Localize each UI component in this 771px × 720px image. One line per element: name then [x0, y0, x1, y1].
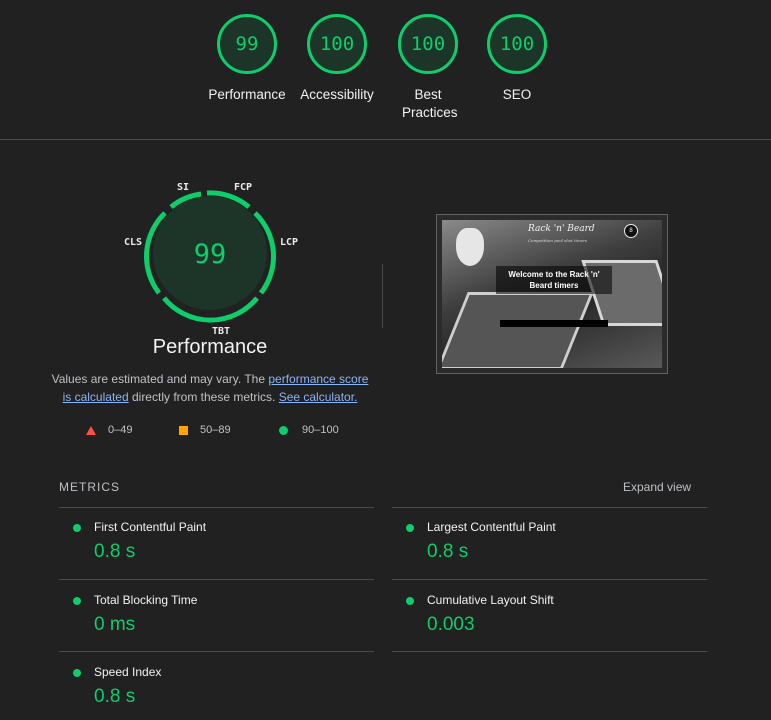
- eight-ball-icon: 8: [624, 224, 638, 238]
- metric-value: 0.003: [427, 614, 475, 635]
- final-screenshot[interactable]: Rack 'n' Beard Competition pool shot tim…: [436, 214, 668, 374]
- note-text: Values are estimated and may vary. The: [51, 372, 269, 386]
- pass-icon: [406, 597, 414, 605]
- pass-icon: [73, 524, 81, 532]
- gauge-label: Performance: [208, 87, 286, 102]
- gauge-label: Best Practices: [402, 87, 458, 120]
- gauge-label: SEO: [502, 87, 532, 102]
- gauge-ring: 100: [307, 14, 367, 74]
- section-divider: [0, 139, 771, 140]
- metric-label: Cumulative Layout Shift: [427, 593, 554, 607]
- metric-divider: [392, 651, 707, 652]
- legend-range: 50–89: [200, 424, 231, 436]
- metric-cls: Cumulative Layout Shift 0.003: [392, 580, 692, 640]
- pass-icon: [406, 524, 414, 532]
- category-gauges: 99 Performance 100 Accessibility 100 Bes…: [0, 0, 771, 140]
- gauge-ring: 100: [487, 14, 547, 74]
- beard-logo-icon: [456, 228, 484, 266]
- gauge-score: 99: [194, 239, 227, 270]
- performance-title: Performance: [152, 336, 268, 358]
- gauge-ring: 99: [217, 14, 277, 74]
- label-cls: CLS: [124, 237, 142, 248]
- metric-si: Speed Index 0.8 s: [59, 652, 359, 712]
- gauge-performance[interactable]: 99 Performance: [202, 14, 292, 104]
- pass-icon: [73, 669, 81, 677]
- performance-gauge: 99 SI FCP LCP TBT CLS: [124, 182, 298, 336]
- screenshot-image: Rack 'n' Beard Competition pool shot tim…: [442, 220, 662, 368]
- gauge-ring: 100: [398, 14, 458, 74]
- metric-fcp: First Contentful Paint 0.8 s: [59, 507, 359, 567]
- legend-fail: 0–49: [86, 424, 132, 436]
- label-tbt: TBT: [212, 326, 230, 336]
- metric-value: 0.8 s: [94, 686, 136, 707]
- gauge-seo[interactable]: 100 SEO: [472, 14, 562, 104]
- metric-label: Speed Index: [94, 665, 162, 679]
- pass-icon: [73, 597, 81, 605]
- pool-table-image: [442, 292, 594, 368]
- metric-label: First Contentful Paint: [94, 520, 207, 534]
- expand-view-button[interactable]: Expand view: [623, 480, 691, 494]
- gauge-label: Accessibility: [300, 87, 374, 102]
- legend-range: 90–100: [302, 424, 339, 436]
- metric-lcp: Largest Contentful Paint 0.8 s: [392, 507, 692, 567]
- metric-value: 0 ms: [94, 614, 136, 635]
- metric-label: Total Blocking Time: [94, 593, 198, 607]
- square-icon: [179, 425, 188, 435]
- legend-average: 50–89: [179, 424, 231, 436]
- metric-label: Largest Contentful Paint: [427, 520, 556, 534]
- screenshot-welcome: Welcome to the Rack 'n' Beard timers: [496, 266, 612, 294]
- vertical-divider: [382, 264, 383, 328]
- gauge-best-practices[interactable]: 100 Best Practices: [382, 14, 474, 122]
- label-lcp: LCP: [280, 237, 298, 248]
- legend-range: 0–49: [108, 424, 133, 436]
- screenshot-button: [500, 320, 608, 327]
- screenshot-brand: Rack 'n' Beard: [528, 224, 595, 234]
- label-si: SI: [177, 182, 189, 193]
- note-text: directly from these metrics.: [128, 390, 279, 404]
- metric-tbt: Total Blocking Time 0 ms: [59, 580, 359, 640]
- triangle-icon: [86, 425, 96, 435]
- metrics-header: METRICS: [59, 480, 120, 494]
- circle-icon: [279, 425, 288, 435]
- screenshot-tagline: Competition pool shot timers: [528, 238, 588, 243]
- legend-pass: 90–100: [279, 424, 339, 436]
- label-fcp: FCP: [234, 182, 252, 193]
- performance-note: Values are estimated and may vary. The p…: [50, 370, 370, 406]
- calculator-link[interactable]: See calculator.: [279, 390, 358, 404]
- metric-value: 0.8 s: [427, 541, 469, 562]
- gauge-accessibility[interactable]: 100 Accessibility: [292, 14, 382, 104]
- metric-value: 0.8 s: [94, 541, 136, 562]
